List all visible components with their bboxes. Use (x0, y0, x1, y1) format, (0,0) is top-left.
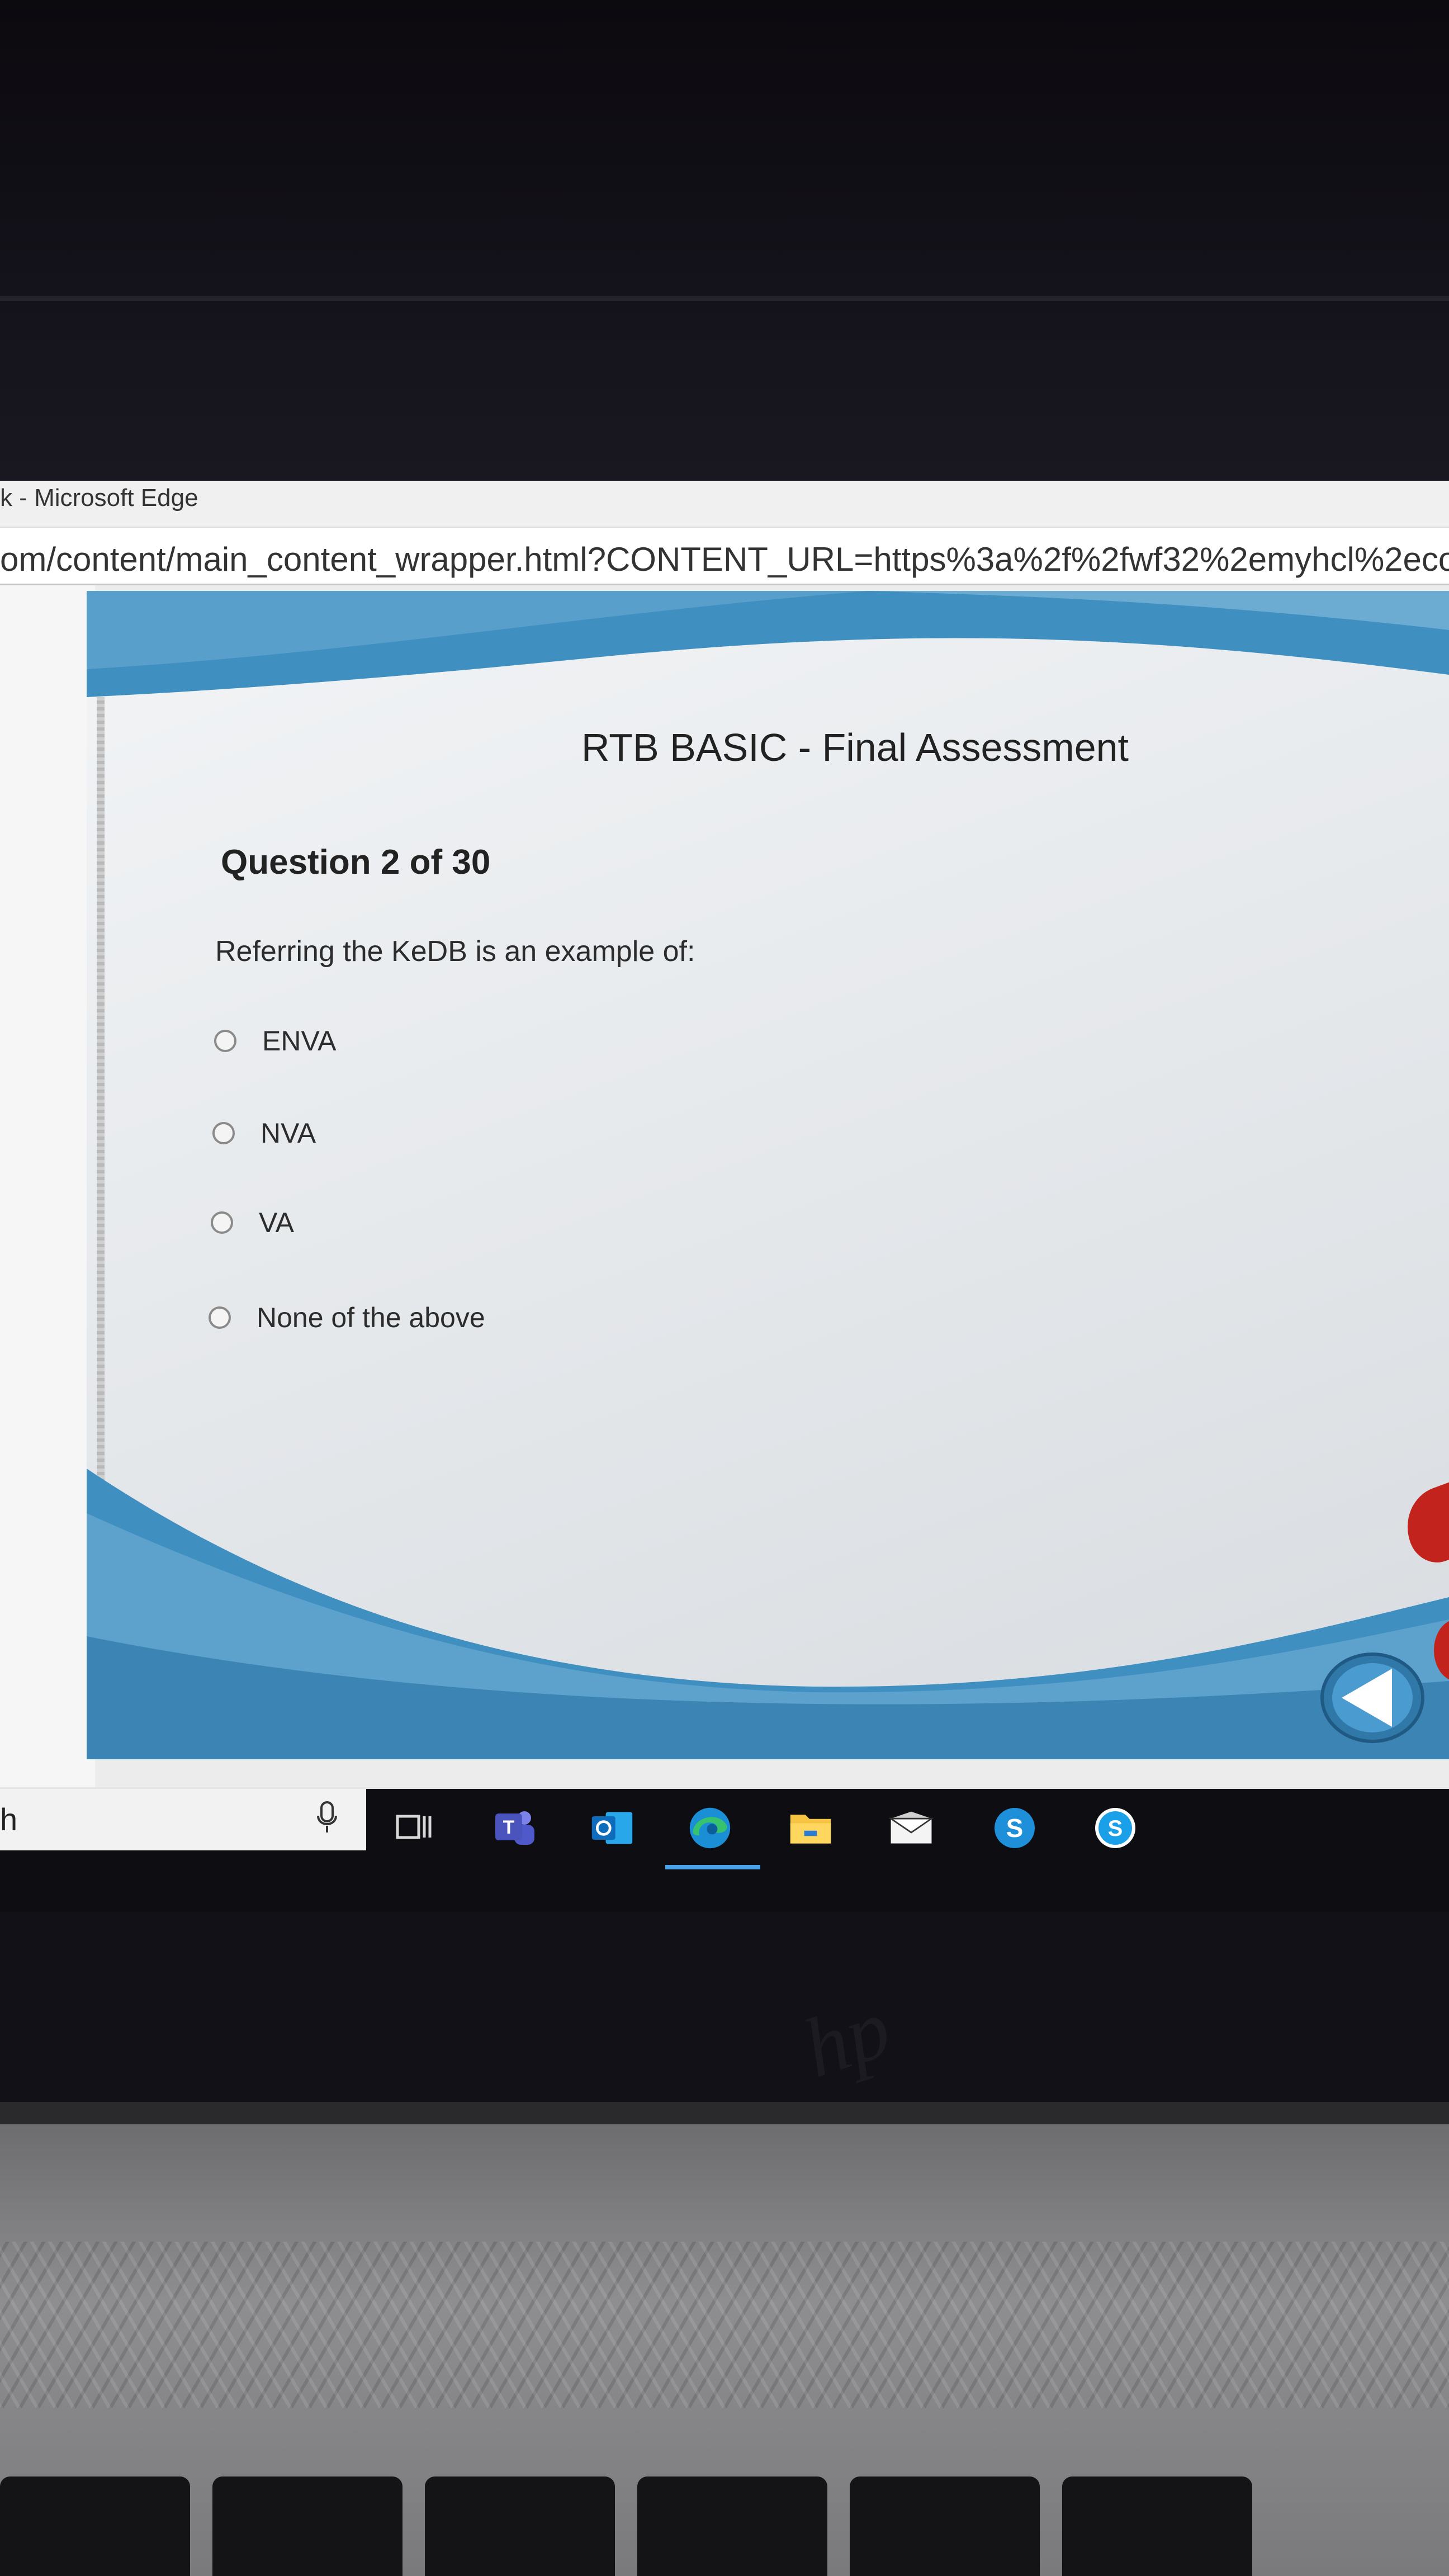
radio-button[interactable] (211, 1211, 233, 1234)
address-bar[interactable]: om/content/main_content_wrapper.html?CON… (0, 528, 1449, 585)
slide-bottom-wave (87, 1469, 1449, 1759)
left-margin (0, 585, 95, 1787)
option-label[interactable]: ENVA (262, 1025, 336, 1057)
skype-for-business-icon[interactable]: S (992, 1806, 1037, 1850)
question-counter: Question 2 of 30 (221, 843, 491, 882)
radio-button[interactable] (209, 1306, 231, 1329)
radio-button[interactable] (214, 1030, 236, 1052)
bezel-edge (0, 296, 1449, 301)
microphone-icon[interactable] (305, 1794, 349, 1839)
keyboard-key (212, 2476, 402, 2576)
answer-option-none[interactable]: None of the above (209, 1298, 485, 1337)
page-content: RTB BASIC - Final Assessment Question 2 … (0, 585, 1449, 1787)
keyboard-key (1062, 2476, 1252, 2576)
browser-titlebar: k - Microsoft Edge (0, 481, 1449, 528)
active-app-indicator (665, 1865, 760, 1869)
search-text[interactable]: h (0, 1801, 17, 1838)
keyboard-key (425, 2476, 615, 2576)
option-label[interactable]: None of the above (257, 1301, 485, 1334)
windows-taskbar: h T S S (0, 1789, 1449, 1912)
laptop-bezel-top (0, 0, 1449, 481)
option-label[interactable]: VA (259, 1206, 294, 1239)
outlook-icon[interactable] (590, 1806, 634, 1850)
keyboard-key (850, 2476, 1040, 2576)
answer-option-enva[interactable]: ENVA (214, 1021, 336, 1060)
taskbar-search-box[interactable]: h (0, 1789, 366, 1850)
keyboard-key (637, 2476, 827, 2576)
back-button[interactable] (1319, 1652, 1426, 1744)
file-explorer-icon[interactable] (788, 1806, 833, 1850)
answer-option-va[interactable]: VA (211, 1203, 294, 1242)
edge-icon[interactable] (688, 1806, 732, 1850)
address-url[interactable]: om/content/main_content_wrapper.html?CON… (0, 540, 1449, 579)
option-label[interactable]: NVA (261, 1117, 316, 1149)
svg-text:S: S (1006, 1813, 1024, 1843)
slide-left-border (97, 697, 105, 1480)
skype-icon[interactable]: S (1093, 1806, 1138, 1850)
keyboard-keys (0, 2476, 1449, 2576)
answer-option-nva[interactable]: NVA (212, 1114, 316, 1153)
teams-icon[interactable]: T (492, 1806, 537, 1850)
window-title: k - Microsoft Edge (0, 484, 198, 512)
speaker-grille (0, 2242, 1449, 2409)
svg-text:T: T (503, 1817, 515, 1838)
radio-button[interactable] (212, 1122, 235, 1144)
mail-icon[interactable] (889, 1806, 934, 1850)
svg-text:S: S (1108, 1816, 1123, 1841)
assessment-slide: RTB BASIC - Final Assessment Question 2 … (87, 591, 1449, 1759)
question-text: Referring the KeDB is an example of: (215, 935, 695, 968)
slide-top-wave (87, 591, 1449, 697)
task-view-icon[interactable] (391, 1806, 436, 1850)
assessment-title: RTB BASIC - Final Assessment (581, 726, 1129, 769)
laptop-screen: k - Microsoft Edge om/content/main_conte… (0, 481, 1449, 1912)
keyboard-key (0, 2476, 190, 2576)
